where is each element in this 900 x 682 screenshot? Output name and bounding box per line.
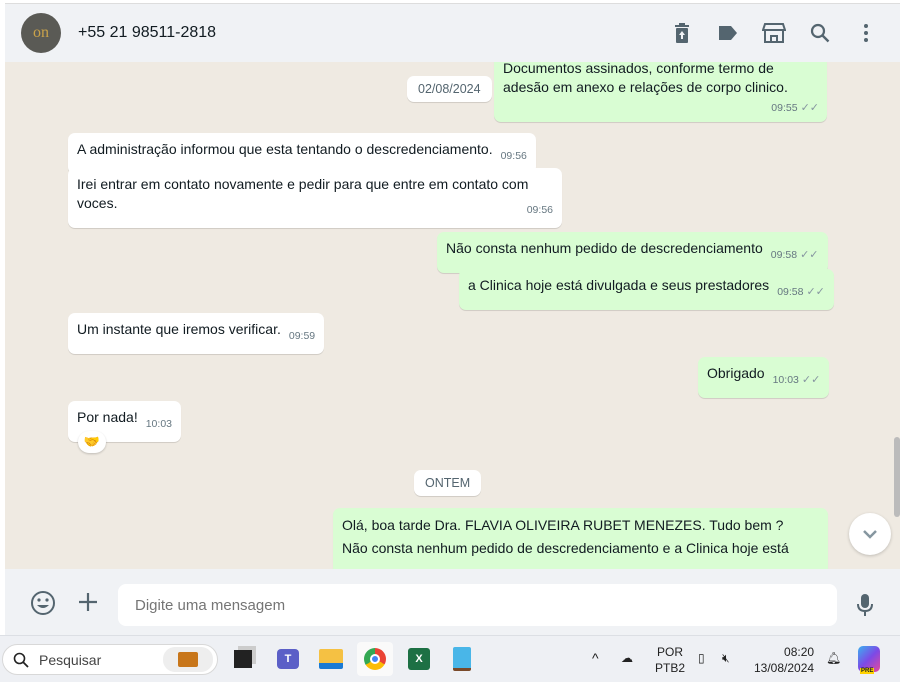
menu-icon[interactable] [854,21,878,45]
whatsapp-window: on +55 21 98511-2818 Documentos assinado… [5,3,900,636]
date-separator: ONTEM [414,470,482,496]
message-list: Documentos assinados, conforme termo de … [5,62,900,569]
scroll-down-button[interactable] [849,513,891,555]
copilot-icon[interactable]: PRE [858,646,880,674]
network-icon[interactable]: ▯ [698,650,705,666]
excel-icon[interactable]: X [401,642,437,676]
clock[interactable]: 08:20 13/08/2024 [754,644,814,676]
chrome-icon[interactable] [357,642,393,676]
search-label: Pesquisar [39,651,102,668]
message-text: Documentos assinados, conforme termo de [503,62,774,76]
read-ticks-icon: ✓✓ [800,102,819,114]
file-explorer-icon[interactable] [313,642,349,676]
message-text: Um instante que iremos verificar. [77,321,281,337]
briefcase-icon [163,647,213,672]
onedrive-offline-icon[interactable]: ☁ [621,650,633,666]
message-time: 10:03 [145,418,172,430]
avatar[interactable]: on [21,13,61,53]
message-time: 09:58 [777,286,804,298]
message-incoming[interactable]: Um instante que iremos verificar. 09:59 [68,313,325,354]
message-text: Olá, boa tarde Dra. FLAVIA OLIVEIRA RUBE… [342,517,784,533]
message-outgoing[interactable]: Não consta nenhum pedido de descredencia… [437,232,828,273]
delete-icon[interactable] [670,21,694,45]
message-text: Por nada! [77,409,138,425]
microphone-icon[interactable] [857,593,873,622]
search-icon[interactable] [808,21,832,45]
notepad-icon[interactable] [444,642,480,676]
search-icon [13,652,29,668]
chevron-down-icon [863,530,877,539]
message-text: A administração informou que esta tentan… [77,141,493,157]
taskbar-search[interactable]: Pesquisar [2,644,218,675]
message-text: a Clinica hoje está divulgada e seus pre… [468,277,770,293]
message-text: Não consta nenhum pedido de descredencia… [342,540,789,556]
chat-header: on +55 21 98511-2818 [5,4,900,62]
windows-taskbar: Pesquisar T X ^ ☁ POR PTB2 ▯ 🔇︎ 08:20 13/0… [0,635,900,682]
date-separator: 02/08/2024 [407,76,492,102]
read-ticks-icon: ✓✓ [800,249,819,261]
teams-icon[interactable]: T [270,642,306,676]
clock-date: 13/08/2024 [754,661,815,675]
task-view-icon[interactable] [225,642,261,676]
message-outgoing[interactable]: Documentos assinados, conforme termo de … [494,62,827,122]
message-text: Obrigado [707,365,765,381]
message-input[interactable] [118,584,837,626]
message-time: 09:55 [771,102,798,114]
contact-name[interactable]: +55 21 98511-2818 [78,24,216,42]
notification-bell-icon[interactable]: 🔔︎ [826,650,841,666]
language-indicator[interactable]: POR PTB2 [655,644,685,676]
attach-plus-icon[interactable] [77,591,99,618]
catalog-icon[interactable] [762,21,786,45]
clock-time: 08:20 [784,645,815,659]
message-outgoing[interactable]: a Clinica hoje está divulgada e seus pre… [459,269,834,310]
scrollbar[interactable] [894,437,900,517]
message-text: Irei entrar em contato novamente e pedir… [77,176,529,211]
message-time: 09:58 [770,249,798,261]
message-text: adesão em anexo e relações de corpo clin… [503,79,788,95]
show-hidden-icons[interactable]: ^ [592,650,599,666]
reaction-handshake[interactable]: 🤝 [78,431,106,453]
message-time: 10:03 [772,374,799,386]
message-incoming[interactable]: Irei entrar em contato novamente e pedir… [68,168,562,228]
message-outgoing[interactable]: Obrigado 10:03 ✓✓ [698,357,830,398]
message-time: 09:56 [526,204,553,216]
message-outgoing[interactable]: Olá, boa tarde Dra. FLAVIA OLIVEIRA RUBE… [333,508,828,569]
message-text: Não consta nenhum pedido de descredencia… [446,240,763,256]
emoji-icon[interactable] [30,590,56,621]
message-time: 09:59 [288,330,316,342]
read-ticks-icon: ✓✓ [806,286,825,298]
label-icon[interactable] [716,21,740,45]
composer [5,569,900,636]
keyboard-layout: PTB2 [655,661,686,675]
read-ticks-icon: ✓✓ [801,374,821,386]
copilot-badge: PRE [860,668,875,674]
volume-muted-icon[interactable]: 🔇︎ [722,650,730,666]
message-time: 09:56 [500,150,527,162]
language: POR [657,645,684,659]
